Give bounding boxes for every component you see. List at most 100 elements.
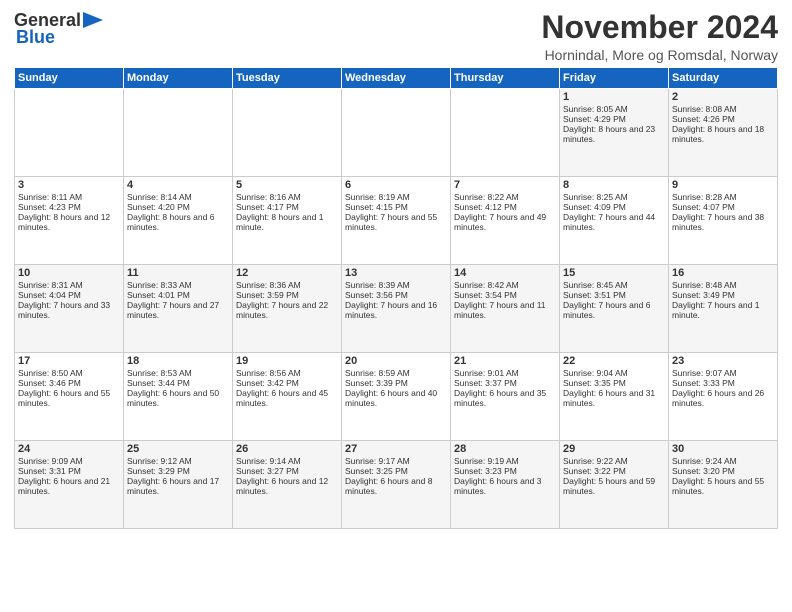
day-number: 9: [672, 179, 774, 191]
day-number: 23: [672, 355, 774, 367]
table-row: [342, 89, 451, 177]
day-number: 11: [127, 267, 229, 279]
daylight-text: Daylight: 8 hours and 23 minutes.: [563, 124, 655, 144]
calendar-week-row: 1 Sunrise: 8:05 AMSunset: 4:29 PMDayligh…: [15, 89, 778, 177]
table-row: 13 Sunrise: 8:39 AMSunset: 3:56 PMDaylig…: [342, 265, 451, 353]
sunset-text: Sunset: 3:20 PM: [672, 466, 735, 476]
table-row: 8 Sunrise: 8:25 AMSunset: 4:09 PMDayligh…: [560, 177, 669, 265]
day-number: 3: [18, 179, 120, 191]
sunset-text: Sunset: 3:44 PM: [127, 378, 190, 388]
day-number: 2: [672, 91, 774, 103]
sunrise-text: Sunrise: 8:39 AM: [345, 280, 410, 290]
day-number: 12: [236, 267, 338, 279]
table-row: 10 Sunrise: 8:31 AMSunset: 4:04 PMDaylig…: [15, 265, 124, 353]
table-row: 9 Sunrise: 8:28 AMSunset: 4:07 PMDayligh…: [669, 177, 778, 265]
table-row: 6 Sunrise: 8:19 AMSunset: 4:15 PMDayligh…: [342, 177, 451, 265]
sunset-text: Sunset: 3:49 PM: [672, 290, 735, 300]
sunset-text: Sunset: 3:23 PM: [454, 466, 517, 476]
day-number: 7: [454, 179, 556, 191]
sunset-text: Sunset: 3:37 PM: [454, 378, 517, 388]
sunrise-text: Sunrise: 8:16 AM: [236, 192, 301, 202]
daylight-text: Daylight: 6 hours and 3 minutes.: [454, 476, 541, 496]
day-number: 28: [454, 443, 556, 455]
sunrise-text: Sunrise: 8:33 AM: [127, 280, 192, 290]
day-number: 19: [236, 355, 338, 367]
calendar-week-row: 17 Sunrise: 8:50 AMSunset: 3:46 PMDaylig…: [15, 353, 778, 441]
logo-arrow-icon: [83, 12, 103, 28]
sunrise-text: Sunrise: 9:14 AM: [236, 456, 301, 466]
day-number: 15: [563, 267, 665, 279]
table-row: 21 Sunrise: 9:01 AMSunset: 3:37 PMDaylig…: [451, 353, 560, 441]
sunset-text: Sunset: 4:15 PM: [345, 202, 408, 212]
col-tuesday: Tuesday: [233, 68, 342, 89]
calendar-week-row: 3 Sunrise: 8:11 AMSunset: 4:23 PMDayligh…: [15, 177, 778, 265]
table-row: 3 Sunrise: 8:11 AMSunset: 4:23 PMDayligh…: [15, 177, 124, 265]
daylight-text: Daylight: 8 hours and 18 minutes.: [672, 124, 764, 144]
sunrise-text: Sunrise: 8:14 AM: [127, 192, 192, 202]
sunset-text: Sunset: 3:39 PM: [345, 378, 408, 388]
col-thursday: Thursday: [451, 68, 560, 89]
day-number: 5: [236, 179, 338, 191]
sunset-text: Sunset: 3:27 PM: [236, 466, 299, 476]
sunset-text: Sunset: 4:20 PM: [127, 202, 190, 212]
table-row: 17 Sunrise: 8:50 AMSunset: 3:46 PMDaylig…: [15, 353, 124, 441]
sunset-text: Sunset: 4:07 PM: [672, 202, 735, 212]
logo: General Blue: [14, 10, 103, 48]
daylight-text: Daylight: 6 hours and 26 minutes.: [672, 388, 764, 408]
sunset-text: Sunset: 4:29 PM: [563, 114, 626, 124]
sunrise-text: Sunrise: 9:01 AM: [454, 368, 519, 378]
daylight-text: Daylight: 6 hours and 45 minutes.: [236, 388, 328, 408]
sunset-text: Sunset: 4:26 PM: [672, 114, 735, 124]
page-container: General Blue November 2024 Hornindal, Mo…: [0, 0, 792, 535]
daylight-text: Daylight: 6 hours and 8 minutes.: [345, 476, 432, 496]
col-saturday: Saturday: [669, 68, 778, 89]
table-row: 15 Sunrise: 8:45 AMSunset: 3:51 PMDaylig…: [560, 265, 669, 353]
calendar-header-row: Sunday Monday Tuesday Wednesday Thursday…: [15, 68, 778, 89]
day-number: 8: [563, 179, 665, 191]
calendar-week-row: 10 Sunrise: 8:31 AMSunset: 4:04 PMDaylig…: [15, 265, 778, 353]
table-row: 28 Sunrise: 9:19 AMSunset: 3:23 PMDaylig…: [451, 441, 560, 529]
table-row: 22 Sunrise: 9:04 AMSunset: 3:35 PMDaylig…: [560, 353, 669, 441]
sunset-text: Sunset: 3:56 PM: [345, 290, 408, 300]
sunrise-text: Sunrise: 9:04 AM: [563, 368, 628, 378]
sunset-text: Sunset: 3:54 PM: [454, 290, 517, 300]
daylight-text: Daylight: 6 hours and 17 minutes.: [127, 476, 219, 496]
sunrise-text: Sunrise: 8:36 AM: [236, 280, 301, 290]
day-number: 21: [454, 355, 556, 367]
sunrise-text: Sunrise: 8:56 AM: [236, 368, 301, 378]
table-row: 26 Sunrise: 9:14 AMSunset: 3:27 PMDaylig…: [233, 441, 342, 529]
day-number: 1: [563, 91, 665, 103]
table-row: 12 Sunrise: 8:36 AMSunset: 3:59 PMDaylig…: [233, 265, 342, 353]
day-number: 18: [127, 355, 229, 367]
sunset-text: Sunset: 3:35 PM: [563, 378, 626, 388]
sunrise-text: Sunrise: 8:28 AM: [672, 192, 737, 202]
day-number: 25: [127, 443, 229, 455]
sunset-text: Sunset: 3:46 PM: [18, 378, 81, 388]
logo-blue: Blue: [16, 27, 55, 48]
table-row: 2 Sunrise: 8:08 AMSunset: 4:26 PMDayligh…: [669, 89, 778, 177]
day-number: 16: [672, 267, 774, 279]
daylight-text: Daylight: 6 hours and 31 minutes.: [563, 388, 655, 408]
calendar-week-row: 24 Sunrise: 9:09 AMSunset: 3:31 PMDaylig…: [15, 441, 778, 529]
table-row: 7 Sunrise: 8:22 AMSunset: 4:12 PMDayligh…: [451, 177, 560, 265]
table-row: 20 Sunrise: 8:59 AMSunset: 3:39 PMDaylig…: [342, 353, 451, 441]
sunset-text: Sunset: 3:59 PM: [236, 290, 299, 300]
sunset-text: Sunset: 3:31 PM: [18, 466, 81, 476]
sunrise-text: Sunrise: 8:05 AM: [563, 104, 628, 114]
daylight-text: Daylight: 6 hours and 40 minutes.: [345, 388, 437, 408]
table-row: 11 Sunrise: 8:33 AMSunset: 4:01 PMDaylig…: [124, 265, 233, 353]
sunrise-text: Sunrise: 9:17 AM: [345, 456, 410, 466]
table-row: 19 Sunrise: 8:56 AMSunset: 3:42 PMDaylig…: [233, 353, 342, 441]
daylight-text: Daylight: 7 hours and 38 minutes.: [672, 212, 764, 232]
sunset-text: Sunset: 3:22 PM: [563, 466, 626, 476]
sunset-text: Sunset: 3:42 PM: [236, 378, 299, 388]
daylight-text: Daylight: 7 hours and 1 minute.: [672, 300, 759, 320]
daylight-text: Daylight: 6 hours and 12 minutes.: [236, 476, 328, 496]
table-row: 5 Sunrise: 8:16 AMSunset: 4:17 PMDayligh…: [233, 177, 342, 265]
sunset-text: Sunset: 4:01 PM: [127, 290, 190, 300]
sunrise-text: Sunrise: 8:53 AM: [127, 368, 192, 378]
table-row: [15, 89, 124, 177]
title-block: November 2024 Hornindal, More og Romsdal…: [541, 10, 778, 63]
sunset-text: Sunset: 4:04 PM: [18, 290, 81, 300]
col-monday: Monday: [124, 68, 233, 89]
